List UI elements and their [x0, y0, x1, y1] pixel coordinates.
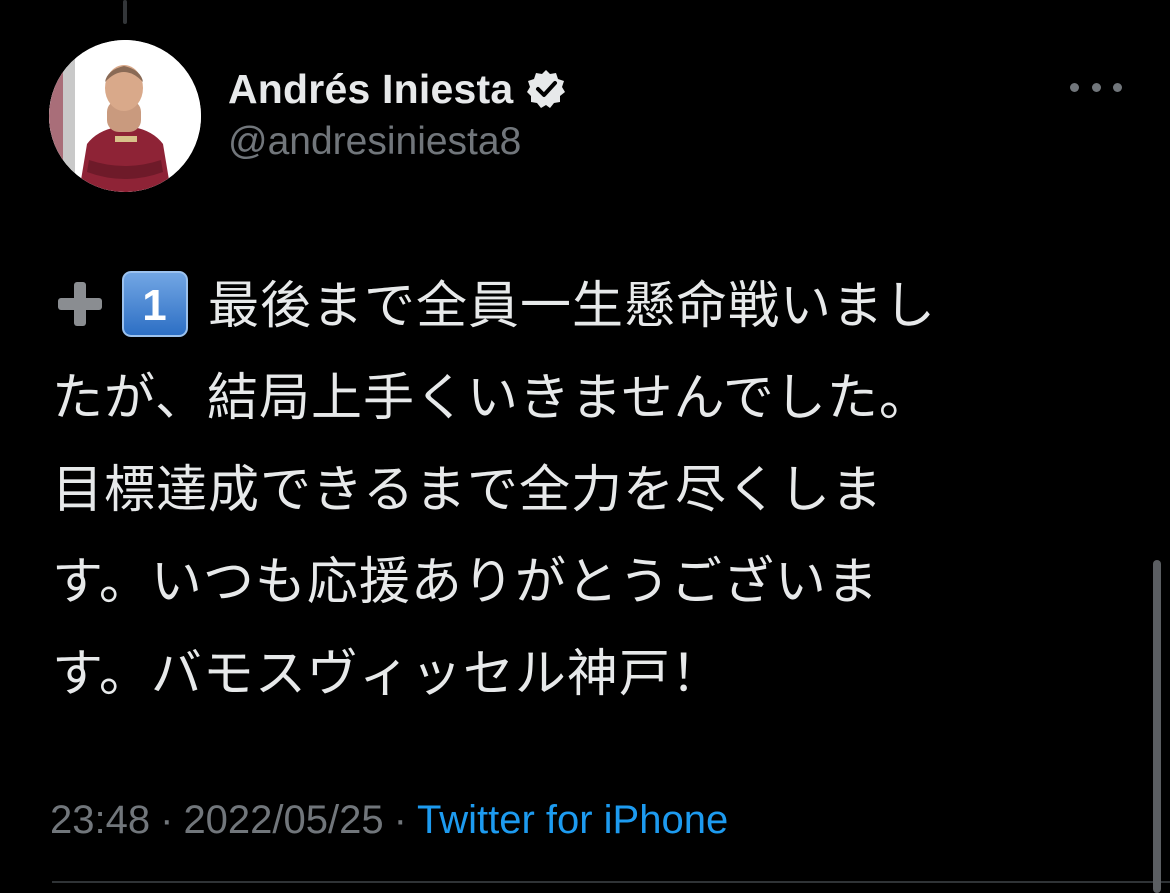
- author-handle[interactable]: @andresiniesta8: [228, 120, 521, 164]
- more-options-button[interactable]: [1070, 72, 1122, 102]
- tweet-line-text: 最後まで全員一生懸命戦いまし: [208, 277, 937, 334]
- divider: [52, 881, 1170, 883]
- plus-emoji-icon: [58, 281, 102, 326]
- tweet-line: 目標達成できるまで全力を尽くしま: [52, 461, 883, 518]
- more-dot-icon: [1113, 82, 1122, 92]
- meta-separator: ·: [393, 798, 407, 842]
- tweet-source-link[interactable]: Twitter for iPhone: [417, 798, 728, 842]
- verified-badge-icon: [527, 70, 566, 108]
- meta-separator: ·: [160, 798, 174, 842]
- tweet-time[interactable]: 23:48: [50, 798, 150, 842]
- tweet-text: 1 最後まで全員一生懸命戦いまし たが、結局上手くいきませんでした。 目標達成でき…: [52, 260, 1092, 720]
- keycap-one-emoji-icon: 1: [122, 270, 188, 337]
- more-dot-icon: [1070, 82, 1079, 92]
- tweet-line: す。いつも応援ありがとうございま: [52, 553, 879, 610]
- avatar[interactable]: [49, 40, 201, 192]
- tweet-line: す。バモスヴィッセル神戸！: [52, 645, 723, 702]
- display-name[interactable]: Andrés Iniesta: [228, 66, 513, 113]
- tweet-line: 1 最後まで全員一生懸命戦いまし: [52, 260, 1092, 352]
- more-dot-icon: [1091, 82, 1101, 92]
- tweet-date[interactable]: 2022/05/25: [183, 798, 383, 842]
- thread-connector-line: [123, 0, 127, 24]
- profile-photo-icon: [49, 40, 201, 192]
- scrollbar[interactable]: [1153, 560, 1161, 893]
- tweet-line: たが、結局上手くいきませんでした。: [52, 369, 931, 426]
- author-name-row[interactable]: Andrés Iniesta: [228, 64, 567, 114]
- tweet-meta: 23:48 · 2022/05/25 · Twitter for iPhone: [50, 797, 728, 843]
